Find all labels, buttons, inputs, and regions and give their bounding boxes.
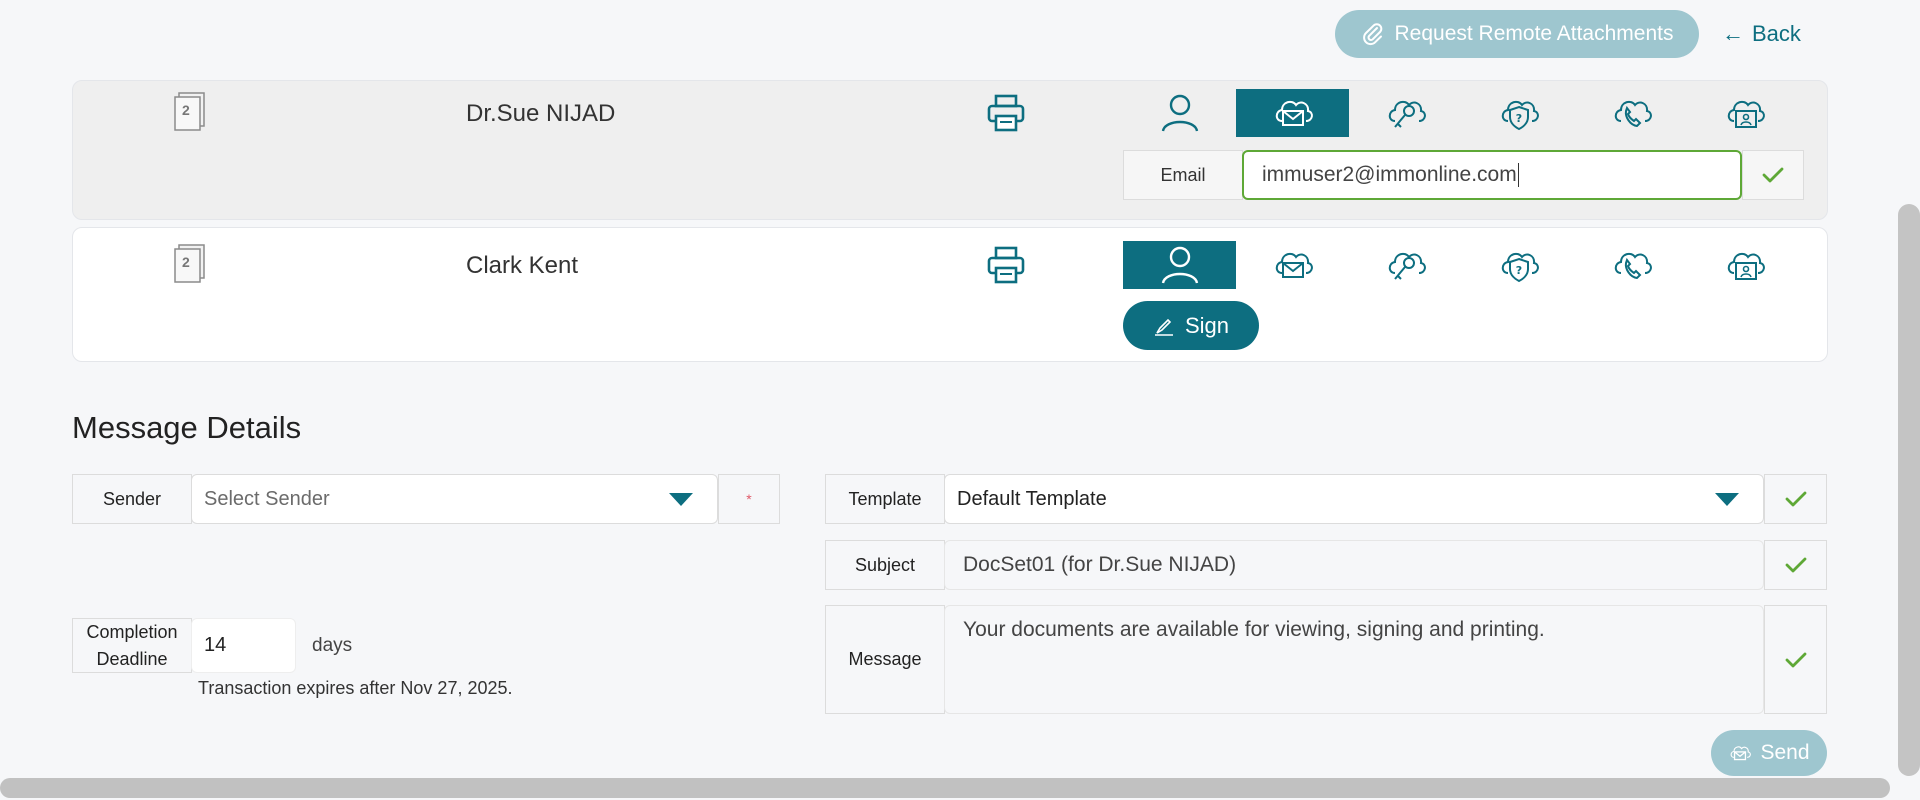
auth-kba-option[interactable]: ? [1462, 241, 1575, 289]
subject-value: DocSet01 (for Dr.Sue NIJAD) [963, 553, 1237, 576]
sign-label: Sign [1184, 312, 1230, 338]
chevron-down-icon [669, 492, 693, 506]
email-label: Email [1123, 150, 1243, 200]
email-confirm-check-icon[interactable] [1742, 150, 1804, 200]
auth-email-option[interactable] [1236, 241, 1349, 289]
back-arrow-icon: ← [1722, 21, 1744, 46]
phone-cloud-icon [1610, 243, 1654, 280]
key-cloud-icon [1384, 91, 1428, 128]
completion-deadline-label-line2: Deadline [96, 648, 168, 669]
documents-count: 2 [182, 254, 190, 270]
recipient-name: Dr.Sue NIJAD [466, 100, 616, 127]
svg-text:?: ? [1515, 264, 1521, 277]
person-icon [1158, 243, 1202, 287]
completion-deadline-label: Completion Deadline [72, 618, 192, 673]
required-indicator: * [718, 474, 780, 524]
message-textarea[interactable]: Your documents are available for viewing… [944, 605, 1764, 714]
auth-phone-option[interactable] [1575, 89, 1688, 137]
template-check-icon [1764, 474, 1827, 524]
message-value: Your documents are available for viewing… [963, 618, 1545, 641]
subject-check-icon [1764, 540, 1827, 590]
message-details-title: Message Details [72, 410, 302, 445]
phone-cloud-icon [1610, 91, 1654, 128]
send-label: Send [1760, 741, 1810, 764]
expiration-note: Transaction expires after Nov 27, 2025. [198, 678, 513, 698]
documents-count-icon[interactable]: 2 [172, 92, 206, 137]
paperclip-icon [1362, 23, 1382, 46]
auth-kba-option[interactable]: ? [1462, 89, 1575, 137]
email-input[interactable]: immuser2@immonline.com [1242, 150, 1742, 200]
sign-button[interactable]: Sign [1123, 301, 1259, 350]
auth-access-code-option[interactable] [1349, 241, 1462, 289]
template-value: Default Template [957, 487, 1107, 510]
documents-count-icon[interactable]: 2 [172, 244, 206, 289]
back-link[interactable]: ← Back [1722, 14, 1801, 54]
text-cursor [1517, 163, 1519, 187]
completion-deadline-input[interactable]: 14 [191, 618, 296, 673]
auth-email-option[interactable] [1236, 89, 1349, 137]
recipient-name: Clark Kent [466, 252, 579, 279]
printer-icon[interactable] [985, 244, 1027, 291]
id-card-cloud-icon [1723, 91, 1767, 128]
message-check-icon [1764, 605, 1827, 714]
chevron-down-icon [1715, 492, 1739, 506]
sender-select[interactable]: Select Sender [191, 474, 718, 524]
horizontal-scrollbar[interactable] [0, 778, 1890, 798]
subject-label: Subject [825, 540, 945, 590]
documents-count: 2 [182, 102, 190, 118]
message-label: Message [825, 605, 945, 714]
completion-deadline-value: 14 [204, 634, 227, 656]
auth-access-code-option[interactable] [1349, 89, 1462, 137]
deadline-unit: days [312, 635, 353, 656]
id-card-cloud-icon [1723, 243, 1767, 280]
template-label: Template [825, 474, 945, 524]
auth-method-bar: ? [1123, 89, 1801, 137]
back-label: Back [1752, 21, 1801, 46]
completion-deadline-label-line1: Completion [86, 621, 178, 642]
email-cloud-icon [1271, 243, 1315, 278]
auth-id-verification-option[interactable] [1688, 89, 1801, 137]
auth-method-bar: ? [1123, 241, 1801, 289]
pen-icon [1154, 318, 1173, 336]
email-input-value: immuser2@immonline.com [1262, 163, 1517, 186]
email-cloud-icon [1271, 91, 1315, 126]
send-button[interactable]: Send [1711, 730, 1827, 776]
auth-id-verification-option[interactable] [1688, 241, 1801, 289]
vertical-scrollbar[interactable] [1898, 204, 1920, 776]
auth-in-person-option[interactable] [1123, 241, 1236, 289]
shield-question-icon: ? [1497, 91, 1541, 131]
auth-phone-option[interactable] [1575, 241, 1688, 289]
printer-icon[interactable] [985, 92, 1027, 139]
request-remote-attachments-button[interactable]: Request Remote Attachments [1335, 10, 1699, 58]
person-icon [1158, 91, 1202, 135]
sender-placeholder: Select Sender [204, 487, 330, 510]
email-cloud-icon [1728, 741, 1752, 761]
request-remote-attachments-label: Request Remote Attachments [1394, 22, 1674, 45]
svg-text:?: ? [1515, 112, 1521, 125]
sender-label: Sender [72, 474, 192, 524]
subject-input[interactable]: DocSet01 (for Dr.Sue NIJAD) [944, 540, 1764, 590]
template-select[interactable]: Default Template [944, 474, 1764, 524]
auth-in-person-option[interactable] [1123, 89, 1236, 137]
shield-question-icon: ? [1497, 243, 1541, 283]
key-cloud-icon [1384, 243, 1428, 280]
